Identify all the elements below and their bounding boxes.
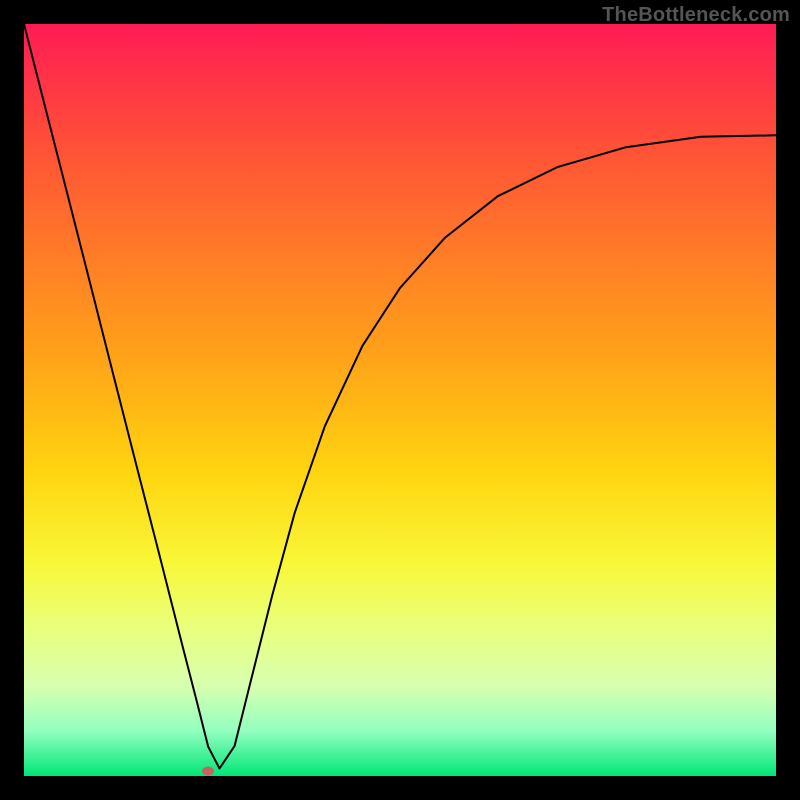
watermark-text: TheBottleneck.com — [602, 4, 790, 27]
curve-path — [24, 24, 776, 769]
chart-frame: TheBottleneck.com — [0, 0, 800, 800]
plot-area — [24, 24, 776, 776]
bottleneck-curve — [24, 24, 776, 776]
minimum-marker — [202, 766, 214, 775]
